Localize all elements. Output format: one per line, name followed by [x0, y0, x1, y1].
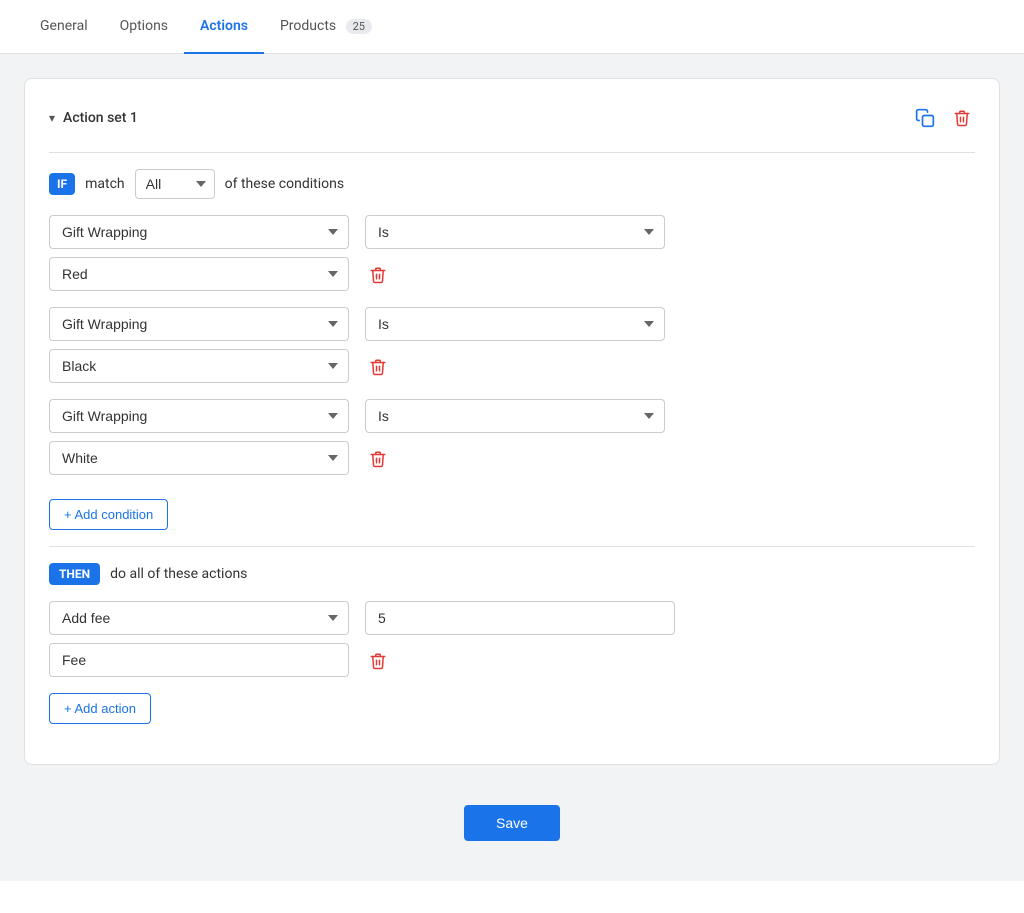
divider-2	[49, 546, 975, 547]
condition-2-field-select[interactable]: Gift Wrapping	[49, 307, 349, 341]
products-badge: 25	[346, 19, 372, 34]
condition-row-1-field: Gift Wrapping Is Is not	[49, 215, 975, 249]
condition-group-2: Gift Wrapping Is Is not Black Red White	[49, 307, 975, 383]
action-type-select[interactable]: Add fee Remove fee	[49, 601, 349, 635]
tab-general[interactable]: General	[24, 0, 104, 54]
then-badge: THEN	[49, 563, 100, 585]
condition-row-3-field: Gift Wrapping Is Is not	[49, 399, 975, 433]
condition-1-value-select[interactable]: Red Black White	[49, 257, 349, 291]
save-button[interactable]: Save	[464, 805, 560, 841]
copy-action-set-button[interactable]	[911, 103, 939, 132]
action-set-label: Action set 1	[63, 110, 138, 126]
condition-group-3: Gift Wrapping Is Is not White Red Black	[49, 399, 975, 475]
condition-suffix: of these conditions	[225, 176, 344, 192]
condition-3-operator-select[interactable]: Is Is not	[365, 399, 665, 433]
action-amount-input[interactable]	[365, 601, 675, 635]
match-select[interactable]: All Any	[135, 169, 215, 199]
condition-row-2-field: Gift Wrapping Is Is not	[49, 307, 975, 341]
action-label-input[interactable]	[49, 643, 349, 677]
condition-1-field-select[interactable]: Gift Wrapping	[49, 215, 349, 249]
action-set-toolbar	[911, 103, 975, 132]
condition-group-1: Gift Wrapping Is Is not Red Black White	[49, 215, 975, 291]
action-set-card: ▾ Action set 1	[24, 78, 1000, 765]
action-set-title: ▾ Action set 1	[49, 110, 138, 126]
condition-3-field-select[interactable]: Gift Wrapping	[49, 399, 349, 433]
then-section: THEN do all of these actions Add fee Rem…	[49, 563, 975, 724]
then-description: do all of these actions	[110, 566, 247, 582]
action-value-row-1	[49, 643, 975, 677]
delete-action-1-button[interactable]	[365, 646, 391, 675]
if-section: IF match All Any of these conditions Gif…	[49, 169, 975, 530]
add-action-button[interactable]: + Add action	[49, 693, 151, 724]
condition-row-3-value: White Red Black	[49, 441, 975, 475]
condition-2-value-select[interactable]: Black Red White	[49, 349, 349, 383]
condition-2-operator-select[interactable]: Is Is not	[365, 307, 665, 341]
delete-condition-2-button[interactable]	[365, 352, 391, 381]
match-label: match	[85, 176, 125, 192]
tab-bar: General Options Actions Products 25	[0, 0, 1024, 54]
condition-3-value-select[interactable]: White Red Black	[49, 441, 349, 475]
condition-header: IF match All Any of these conditions	[49, 169, 975, 199]
condition-row-1-value: Red Black White	[49, 257, 975, 291]
tab-products[interactable]: Products 25	[264, 0, 388, 54]
tab-options[interactable]: Options	[104, 0, 184, 54]
add-condition-button[interactable]: + Add condition	[49, 499, 168, 530]
divider-1	[49, 152, 975, 153]
if-badge: IF	[49, 173, 75, 195]
condition-row-2-value: Black Red White	[49, 349, 975, 383]
chevron-down-icon: ▾	[49, 111, 55, 125]
main-content: ▾ Action set 1	[0, 54, 1024, 881]
bottom-bar: Save	[24, 789, 1000, 857]
action-set-header: ▾ Action set 1	[49, 103, 975, 132]
delete-action-set-button[interactable]	[949, 103, 975, 132]
delete-condition-3-button[interactable]	[365, 444, 391, 473]
tab-actions[interactable]: Actions	[184, 0, 264, 54]
delete-condition-1-button[interactable]	[365, 260, 391, 289]
then-header: THEN do all of these actions	[49, 563, 975, 585]
action-row-1: Add fee Remove fee	[49, 601, 975, 635]
condition-1-operator-select[interactable]: Is Is not	[365, 215, 665, 249]
